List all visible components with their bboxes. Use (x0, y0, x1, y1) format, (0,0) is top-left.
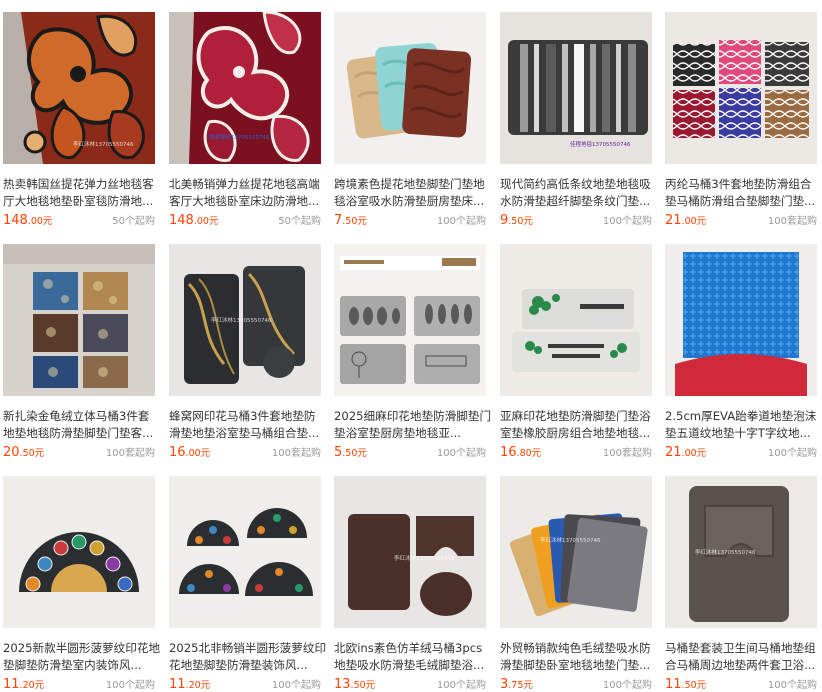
mats-welcome-image (500, 244, 652, 396)
product-price: 5.50元 (334, 445, 367, 460)
product-card[interactable]: 李红沐林13705550746 北欧ins素色仿羊绒马桶3pcs地垫吸水防滑垫毛… (331, 464, 486, 692)
product-price: 16.00元 (169, 445, 211, 460)
watermark: 佳程地毯13705550746 (570, 142, 631, 148)
min-order-quantity: 100个起购 (602, 216, 652, 227)
product-price: 148.00元 (169, 213, 219, 228)
min-order-quantity: 100个起购 (767, 448, 817, 459)
product-image[interactable]: 李红沐林13705550746 (500, 476, 652, 628)
min-order-quantity: 100个起购 (436, 448, 486, 459)
product-card[interactable]: 新扎染金龟绒立体马桶3件套地垫地毯防滑垫脚垫门垫客... 20.50元 100套… (0, 232, 155, 460)
product-image[interactable] (169, 476, 321, 628)
product-card[interactable]: 李红沐林13705550746 热卖韩国丝提花弹力丝地毯客厅大地毯地垫卧室毯防滑… (0, 0, 155, 228)
mats-printed-image (334, 244, 486, 396)
product-price: 11.50元 (665, 677, 707, 692)
product-price: 21.00元 (665, 445, 707, 460)
min-order-quantity: 100个起购 (436, 216, 486, 227)
product-card[interactable]: 2025北非畅销半圆形菠萝纹印花地垫脚垫防滑垫装饰风... 11.20元 100… (166, 464, 326, 692)
product-card[interactable]: 2025新款半圆形菠萝纹印花地垫脚垫防滑垫室内装饰风... 11.20元 100… (0, 464, 160, 692)
product-title[interactable]: 热卖韩国丝提花弹力丝地毯客厅大地毯地垫卧室毯防滑地... (3, 176, 161, 210)
watermark: 李红沐林13705550746 (394, 556, 455, 562)
set-brown-plush-image (334, 476, 486, 628)
product-image[interactable]: 佳程地毯13705550746 (500, 12, 652, 164)
product-title[interactable]: 马桶垫套装卫生间马桶地垫组合马桶周边地垫两件套卫浴... (665, 640, 822, 674)
product-price: 148.00元 (3, 213, 53, 228)
min-order-quantity: 50个起购 (112, 216, 155, 227)
min-order-quantity: 100个起购 (271, 680, 321, 691)
product-image[interactable] (334, 12, 486, 164)
watermark: 李红沐林13705550746 (211, 318, 272, 324)
sets-trellis-image (665, 12, 817, 164)
product-price: 9.50元 (500, 213, 533, 228)
product-image[interactable]: 李红沐林13705550746 (169, 244, 321, 396)
min-order-quantity: 100套起购 (105, 448, 155, 459)
halfround-one-image (3, 476, 155, 628)
product-title[interactable]: 2025细麻印花地垫防滑脚垫门垫浴室垫厨房垫地毯亚... (334, 408, 492, 442)
product-card[interactable]: 李红沐林13705550746 蜂窝网印花马桶3件套地垫防滑垫地垫浴室垫马桶组合… (166, 232, 321, 460)
product-title[interactable]: 丙纶马桶3件套地垫防滑组合垫马桶防滑组合垫脚垫门垫... (665, 176, 822, 210)
product-price: 11.20元 (169, 677, 211, 692)
product-card[interactable]: 亚麻印花地垫防滑脚垫门垫浴室垫橡胶厨房组合地垫地毯... 16.80元 100套… (497, 232, 652, 460)
product-title[interactable]: 2.5cm厚EVA跆拳道地垫泡沫垫五道纹地垫十字T字纹地... (665, 408, 822, 442)
product-card[interactable]: 李红沐林13705550746 外贸畅销款纯色毛绒垫吸水防滑垫脚垫卧室地毯地垫门… (497, 464, 652, 692)
mats-three-color-image (334, 12, 486, 164)
min-order-quantity: 100个起购 (767, 680, 817, 691)
product-title[interactable]: 新扎染金龟绒立体马桶3件套地垫地毯防滑垫脚垫门垫客... (3, 408, 161, 442)
min-order-quantity: 100套起购 (767, 216, 817, 227)
halfround-many-image (169, 476, 321, 628)
product-price: 3.75元 (500, 677, 533, 692)
product-title[interactable]: 蜂窝网印花马桶3件套地垫防滑垫地垫浴室垫马桶组合垫... (169, 408, 327, 442)
min-order-quantity: 100个起购 (436, 680, 486, 691)
product-image[interactable] (334, 244, 486, 396)
product-image[interactable]: 李红沐林13705550746 (334, 476, 486, 628)
product-image[interactable]: 独家授权13705550746 (169, 12, 321, 164)
product-price: 21.00元 (665, 213, 707, 228)
product-image[interactable] (3, 476, 155, 628)
product-price: 7.50元 (334, 213, 367, 228)
product-image[interactable] (665, 12, 817, 164)
product-image[interactable]: 李红沐林13705550746 (665, 476, 817, 628)
product-price: 20.50元 (3, 445, 45, 460)
product-grid: 李红沐林13705550746 热卖韩国丝提花弹力丝地毯客厅大地毯地垫卧室毯防滑… (0, 0, 822, 692)
product-title[interactable]: 2025北非畅销半圆形菠萝纹印花地垫脚垫防滑垫装饰风... (169, 640, 327, 674)
watermark: 李红沐林13705550746 (540, 538, 601, 544)
product-image[interactable]: 李红沐林13705550746 (3, 12, 155, 164)
product-title[interactable]: 现代简约高低条纹地垫地毯吸水防滑垫超纤脚垫条纹门垫... (500, 176, 658, 210)
product-card[interactable]: 佳程地毯13705550746 现代简约高低条纹地垫地毯吸水防滑垫超纤脚垫条纹门… (497, 0, 652, 228)
product-title[interactable]: 亚麻印花地垫防滑脚垫门垫浴室垫橡胶厨房组合地垫地毯... (500, 408, 658, 442)
product-card[interactable]: 丙纶马桶3件套地垫防滑组合垫马桶防滑组合垫脚垫门垫... 21.00元 100套… (662, 0, 817, 228)
product-image[interactable] (3, 244, 155, 396)
watermark: 李红沐林13705550746 (73, 142, 134, 148)
mats-fanned-image (500, 476, 652, 628)
product-title[interactable]: 跨境素色提花地垫脚垫门垫地毯浴室吸水防滑垫厨房垫床... (334, 176, 492, 210)
min-order-quantity: 50个起购 (278, 216, 321, 227)
product-image[interactable] (500, 244, 652, 396)
rug-red-floral-image (169, 12, 321, 164)
watermark: 独家授权13705550746 (209, 135, 270, 141)
min-order-quantity: 100套起购 (271, 448, 321, 459)
product-title[interactable]: 北欧ins素色仿羊绒马桶3pcs地垫吸水防滑垫毛绒脚垫浴... (334, 640, 492, 674)
product-price: 16.80元 (500, 445, 542, 460)
product-title[interactable]: 2025新款半圆形菠萝纹印花地垫脚垫防滑垫室内装饰风... (3, 640, 161, 674)
eva-foam-image (665, 244, 817, 396)
product-title[interactable]: 外贸畅销款纯色毛绒垫吸水防滑垫脚垫卧室地毯地垫门垫... (500, 640, 658, 674)
watermark: 李红沐林13705550746 (695, 550, 756, 556)
product-card[interactable]: 2.5cm厚EVA跆拳道地垫泡沫垫五道纹地垫十字T字纹地... 21.00元 1… (662, 232, 817, 460)
product-card[interactable]: 2025细麻印花地垫防滑脚垫门垫浴室垫厨房垫地毯亚... 5.50元 100个起… (331, 232, 491, 460)
min-order-quantity: 100个起购 (602, 680, 652, 691)
product-image[interactable] (665, 244, 817, 396)
min-order-quantity: 100个起购 (105, 680, 155, 691)
product-card[interactable]: 独家授权13705550746 北美畅销弹力丝提花地毯高端客厅大地毯卧室床边防滑… (166, 0, 321, 228)
product-title[interactable]: 北美畅销弹力丝提花地毯高端客厅大地毯卧室床边防滑地... (169, 176, 327, 210)
product-price: 13.50元 (334, 677, 376, 692)
product-card[interactable]: 跨境素色提花地垫脚垫门垫地毯浴室吸水防滑垫厨房垫床... 7.50元 100个起… (331, 0, 486, 228)
product-price: 11.20元 (3, 677, 45, 692)
min-order-quantity: 100套起购 (602, 448, 652, 459)
product-card[interactable]: 李红沐林13705550746 马桶垫套装卫生间马桶地垫组合马桶周边地垫两件套卫… (662, 464, 817, 692)
sets-tiedye-image (3, 244, 155, 396)
